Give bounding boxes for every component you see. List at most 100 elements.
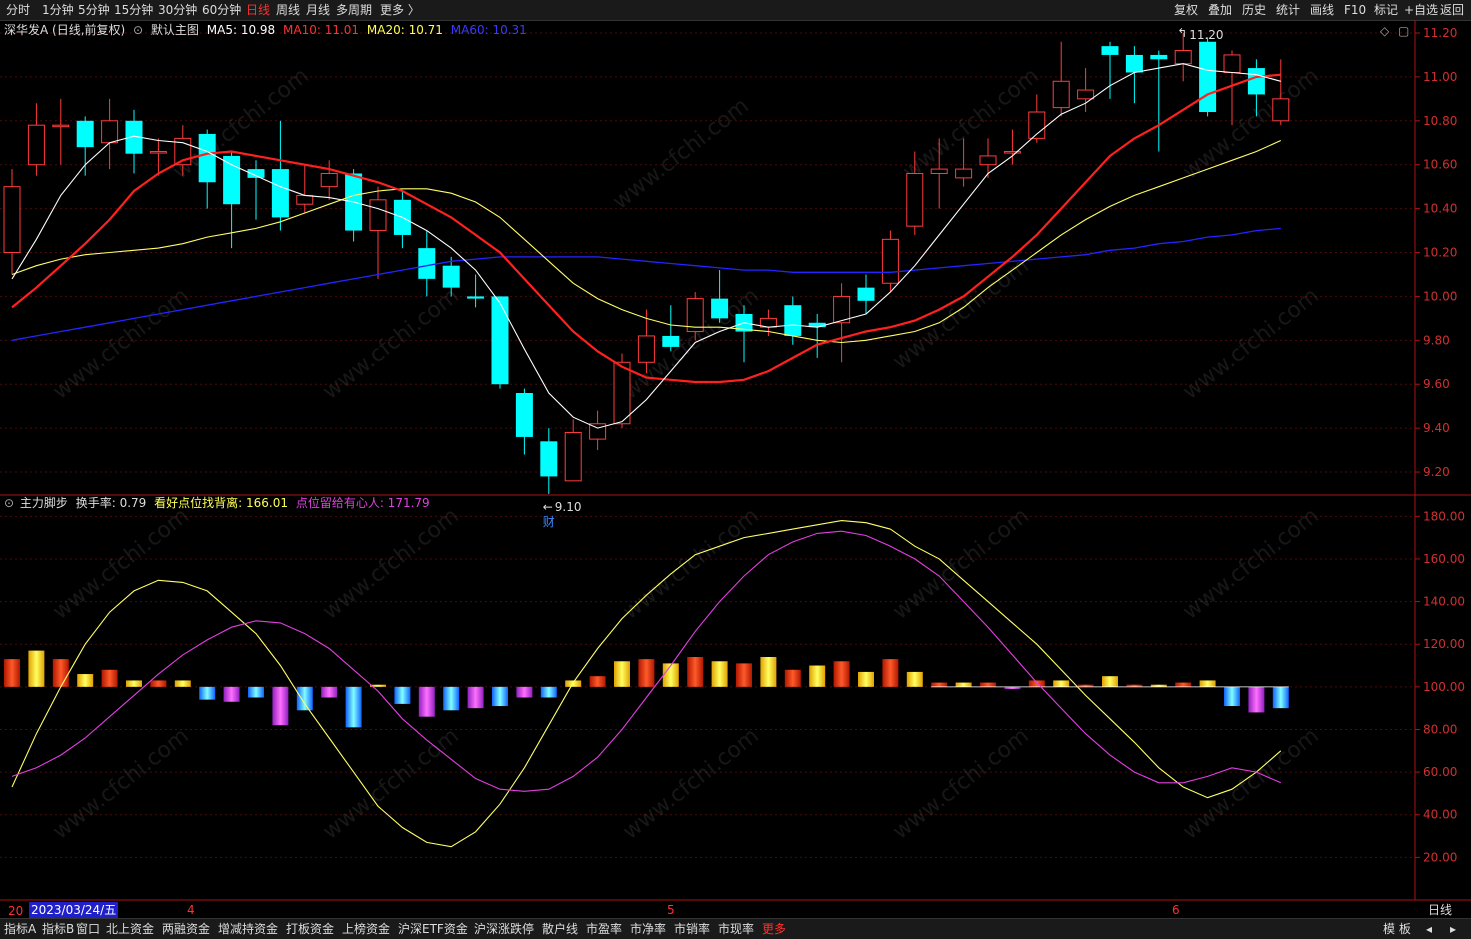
turnover-label: 换手率: 0.79 [75, 496, 147, 510]
toolbar-button-7[interactable]: +自选 [1404, 2, 1438, 18]
timeframe-tab-6[interactable]: 日线 [246, 2, 270, 18]
candle[interactable] [1028, 94, 1046, 143]
candle[interactable] [198, 129, 216, 209]
scroll-left-icon[interactable]: ◂ [1426, 921, 1432, 937]
candle[interactable] [979, 138, 997, 178]
candle[interactable] [1199, 37, 1217, 117]
toolbar-button-8[interactable]: 返回 [1440, 2, 1464, 18]
timeframe-tab-2[interactable]: 5分钟 [78, 2, 110, 18]
diamond-icon[interactable]: ◇ [1380, 23, 1389, 39]
timeframe-tab-3[interactable]: 15分钟 [114, 2, 153, 18]
indicator-bar [321, 686, 338, 698]
toolbar-button-5[interactable]: F10 [1344, 2, 1366, 18]
watermark-text: www.cfchi.com [1178, 283, 1323, 404]
bottom-tab-8[interactable]: 沪深ETF资金 [398, 921, 468, 937]
timeframe-tab-9[interactable]: 多周期 [336, 2, 372, 18]
timeframe-tab-0[interactable]: 分时 [6, 2, 30, 18]
chevron-circle-icon[interactable]: ⊙ [133, 23, 143, 37]
candle[interactable] [296, 164, 314, 213]
bottom-tab-6[interactable]: 打板资金 [286, 921, 334, 937]
finance-event-icon[interactable]: 财 [543, 515, 555, 529]
bottom-tab-3[interactable]: 北上资金 [106, 921, 154, 937]
candle[interactable] [515, 388, 533, 455]
bottom-tab-2[interactable]: 窗口 [76, 921, 100, 937]
bottom-tab-12[interactable]: 市净率 [630, 921, 666, 937]
bottom-tab-15[interactable]: 更多 [762, 921, 786, 937]
indicator-bar [345, 686, 362, 728]
candle[interactable] [125, 109, 143, 174]
candle[interactable] [540, 428, 558, 494]
bottom-tab-4[interactable]: 两融资金 [162, 921, 210, 937]
candle[interactable] [76, 116, 94, 176]
indicator-tick-label: 100.00 [1423, 680, 1465, 694]
timeframe-tab-1[interactable]: 1分钟 [42, 2, 74, 18]
candle[interactable] [271, 120, 289, 231]
bottom-tab-1[interactable]: 指标B [42, 921, 74, 937]
candle[interactable] [808, 313, 826, 358]
candle-body [662, 335, 680, 347]
indicator-bar [736, 663, 752, 687]
bottom-tab-5[interactable]: 增减持资金 [218, 921, 278, 937]
candle[interactable] [833, 283, 851, 363]
candle[interactable] [52, 98, 70, 165]
candle[interactable] [247, 160, 265, 220]
main-legend: 深华发A (日线,前复权) ⊙ 默认主图 MA5: 10.98 MA10: 11… [4, 22, 527, 38]
bottom-tab-9[interactable]: 沪深涨跌停 [474, 921, 534, 937]
scroll-right-icon[interactable]: ▸ [1450, 921, 1456, 937]
candle[interactable] [320, 160, 338, 200]
candle[interactable] [369, 186, 387, 279]
bottom-tab-7[interactable]: 上榜资金 [342, 921, 390, 937]
candle[interactable] [101, 98, 119, 170]
candle-body [540, 441, 558, 477]
toolbar-button-3[interactable]: 统计 [1276, 2, 1300, 18]
candle[interactable] [1125, 46, 1143, 104]
toolbar-button-0[interactable]: 复权 [1174, 2, 1198, 18]
indicator-bar [272, 686, 289, 726]
timeframe-tab-10[interactable]: 更多 〉 [380, 2, 420, 18]
candle[interactable] [1150, 50, 1168, 152]
candle-body [1003, 151, 1021, 154]
bottom-tab-11[interactable]: 市盈率 [586, 921, 622, 937]
candle[interactable] [3, 169, 21, 275]
indicator-bar [126, 680, 142, 687]
candle-body [271, 169, 289, 218]
period-label[interactable]: 日线 [1428, 902, 1452, 918]
candle[interactable] [589, 410, 607, 451]
sub-legend: ⊙ 主力脚步 换手率: 0.79 看好点位找背离: 166.01 点位留给有心人… [4, 495, 430, 511]
candle[interactable] [27, 103, 45, 176]
toolbar-button-6[interactable]: 标记 [1374, 2, 1398, 18]
panel-menu-icon[interactable]: ▢ [1398, 23, 1409, 39]
main-template[interactable]: 默认主图 [151, 23, 199, 37]
toolbar-button-2[interactable]: 历史 [1242, 2, 1266, 18]
stock-name[interactable]: 深华发A (日线,前复权) [4, 23, 125, 37]
candle[interactable] [564, 419, 582, 482]
indicator-name[interactable]: 主力脚步 [20, 496, 68, 510]
candle[interactable] [467, 274, 485, 308]
toolbar-button-1[interactable]: 叠加 [1208, 2, 1232, 18]
candle[interactable] [662, 305, 680, 352]
price-panel[interactable]: ↰ 11.20 ← 9.10财 [3, 26, 1290, 529]
circle-icon[interactable]: ⊙ [4, 496, 14, 510]
bottom-tab-13[interactable]: 市销率 [674, 921, 710, 937]
candle[interactable] [1052, 41, 1070, 117]
indicator-tick-label: 80.00 [1423, 722, 1457, 736]
timeframe-tab-7[interactable]: 周线 [276, 2, 300, 18]
bottom-tab-0[interactable]: 指标A [4, 921, 36, 937]
candle[interactable] [345, 169, 363, 242]
timeframe-tab-8[interactable]: 月线 [306, 2, 330, 18]
candle[interactable] [491, 296, 509, 389]
bottom-tab-14[interactable]: 市现率 [718, 921, 754, 937]
template-button[interactable]: 模 板 [1383, 921, 1411, 937]
candle[interactable] [881, 230, 899, 293]
price-tick-label: 10.20 [1423, 246, 1457, 260]
indicator-panel[interactable] [4, 520, 1289, 848]
bottom-tab-10[interactable]: 散户线 [542, 921, 578, 937]
timeframe-tab-4[interactable]: 30分钟 [158, 2, 197, 18]
candle[interactable] [393, 191, 411, 249]
indicator-bar [809, 665, 826, 687]
timeframe-tab-5[interactable]: 60分钟 [202, 2, 241, 18]
watermark-text: www.cfchi.com [618, 503, 763, 624]
indicator-bar [638, 659, 655, 687]
toolbar-button-4[interactable]: 画线 [1310, 2, 1334, 18]
candle[interactable] [418, 230, 436, 297]
